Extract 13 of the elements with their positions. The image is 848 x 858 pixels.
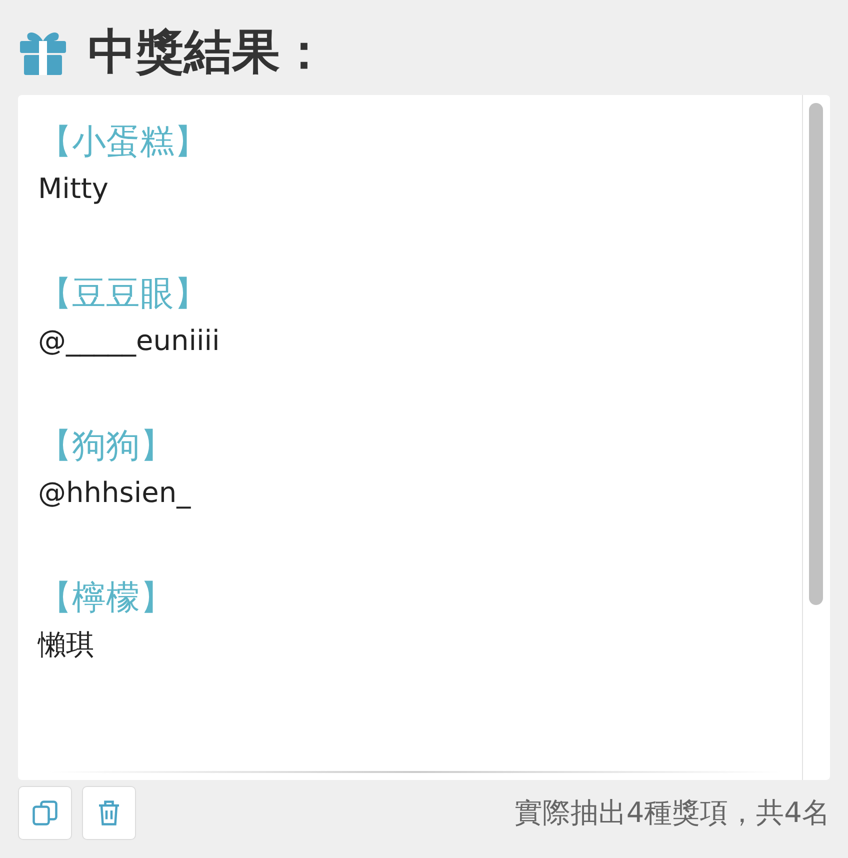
prize-name: 【檸檬】	[38, 577, 174, 620]
copy-icon	[30, 798, 60, 828]
summary-text: 實際抽出4種獎項，共4名	[514, 795, 830, 831]
prize-name: 【豆豆眼】	[38, 273, 208, 316]
prize-name: 【小蛋糕】	[38, 121, 208, 164]
winner-name: @_____euniiii	[38, 323, 220, 359]
winner-name: Mitty	[38, 171, 108, 207]
section-title: 中獎結果：	[88, 23, 328, 82]
delete-button[interactable]	[82, 786, 136, 840]
prize-name: 【狗狗】	[38, 425, 174, 468]
copy-button[interactable]	[18, 786, 72, 840]
winner-name: @hhhsien_	[38, 475, 191, 511]
winner-name: 懶琪	[38, 627, 94, 663]
